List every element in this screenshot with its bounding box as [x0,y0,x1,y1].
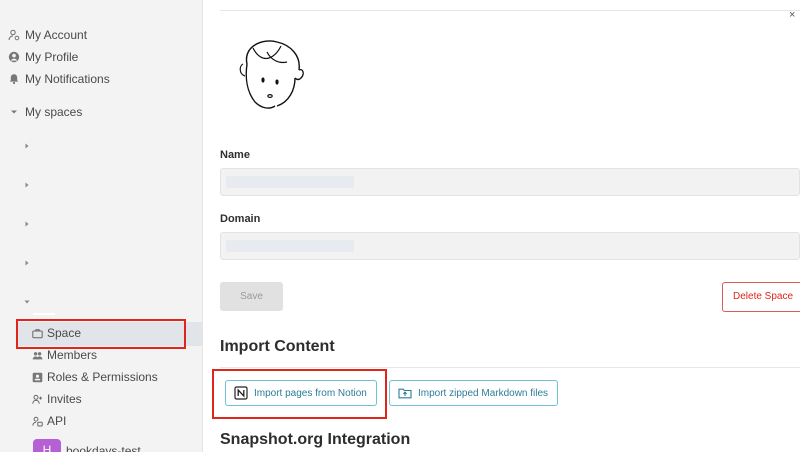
snapshot-heading: Snapshot.org Integration [220,431,411,448]
sidebar-item-api[interactable]: API [32,411,66,431]
api-user-icon [32,416,43,427]
delete-space-button[interactable]: Delete Space [722,282,800,312]
sidebar-item-label: Roles & Permissions [47,370,158,384]
space-name[interactable]: bookdays-test [66,444,141,452]
sidebar-item-roles-permissions[interactable]: Roles & Permissions [32,367,158,387]
chevron-right-icon[interactable] [22,258,32,268]
chevron-down-icon[interactable] [22,297,32,307]
highlight-box-space [16,319,186,349]
sidebar-item-label: My Profile [25,50,79,64]
my-spaces-label: My spaces [25,105,83,119]
import-markdown-label: Import zipped Markdown files [418,387,549,399]
section-divider [220,367,800,368]
user-plus-icon [32,394,43,405]
face-avatar-icon[interactable] [233,34,309,116]
user-circle-icon [8,51,20,63]
top-divider [220,10,800,11]
users-icon [32,350,43,361]
sidebar-item-my-profile[interactable]: My Profile [8,47,78,67]
import-markdown-button[interactable]: Import zipped Markdown files [389,380,559,406]
chevron-right-icon[interactable] [22,180,32,190]
sidebar-item-my-notifications[interactable]: My Notifications [8,69,110,89]
domain-label: Domain [220,213,261,225]
domain-input[interactable] [220,232,800,260]
sidebar-item-label: My Notifications [25,72,110,86]
sidebar-item-label: API [47,414,67,428]
name-input[interactable] [220,168,800,196]
redacted-value [226,240,354,252]
chevron-right-icon[interactable] [22,219,32,229]
my-spaces-toggle[interactable]: My spaces [8,102,82,122]
space-avatar[interactable]: H [33,439,61,452]
save-button[interactable]: Save [220,282,283,311]
close-icon[interactable]: × [789,9,795,21]
sidebar-item-label: Invites [47,392,82,406]
sidebar-item-label: My Account [25,28,88,42]
user-cog-icon [8,29,20,41]
chevron-down-icon [8,106,20,118]
name-label: Name [220,149,250,161]
divider [33,313,55,315]
folder-upload-icon [398,386,412,400]
highlight-box-notion [212,369,387,419]
bell-icon [8,73,20,85]
redacted-value [226,176,354,188]
sidebar-item-my-account[interactable]: My Account [8,25,87,45]
sidebar-item-label: Members [47,348,98,362]
sidebar: My Account My Profile My Notifications M… [0,0,203,452]
sidebar-item-invites[interactable]: Invites [32,389,82,409]
import-content-heading: Import Content [220,338,335,355]
id-card-icon [32,372,43,383]
chevron-right-icon[interactable] [22,141,32,151]
